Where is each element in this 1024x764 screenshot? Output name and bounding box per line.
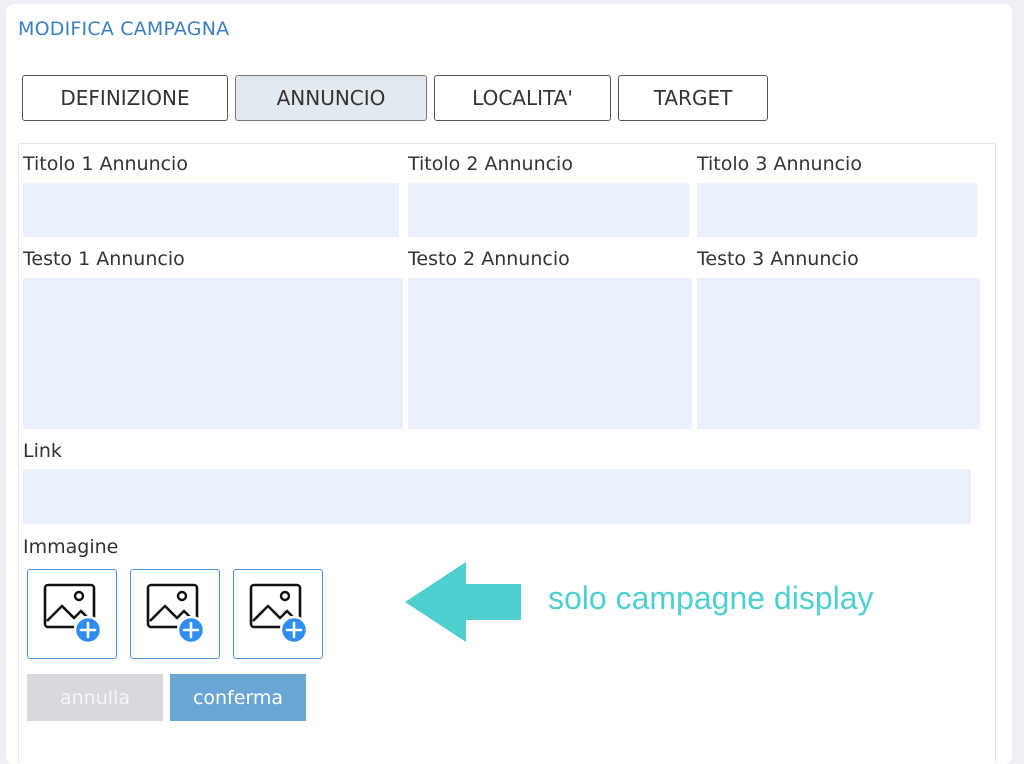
- title3-label: Titolo 3 Annuncio: [697, 153, 862, 175]
- link-input[interactable]: [23, 469, 971, 524]
- display-only-annotation: solo campagne display: [548, 580, 874, 616]
- add-image-icon: [43, 583, 103, 645]
- add-image-icon: [249, 583, 309, 645]
- image-label: Immagine: [23, 536, 119, 558]
- confirm-button[interactable]: conferma: [170, 674, 306, 721]
- text1-label: Testo 1 Annuncio: [23, 248, 185, 270]
- tab-target[interactable]: TARGET: [618, 75, 768, 121]
- cancel-button[interactable]: annulla: [27, 674, 163, 721]
- title2-label: Titolo 2 Annuncio: [408, 153, 573, 175]
- title1-input[interactable]: [23, 183, 399, 237]
- text2-textarea[interactable]: [408, 278, 692, 429]
- add-image-icon: [146, 583, 206, 645]
- image-upload-slot-1[interactable]: [27, 569, 117, 659]
- tab-localita[interactable]: LOCALITA': [434, 75, 611, 121]
- page-title: MODIFICA CAMPAGNA: [18, 18, 230, 40]
- title3-input[interactable]: [697, 183, 977, 237]
- arrow-left-icon: [405, 562, 521, 642]
- link-label: Link: [23, 440, 62, 462]
- text3-textarea[interactable]: [697, 278, 980, 429]
- tab-annuncio[interactable]: ANNUNCIO: [235, 75, 427, 121]
- tab-definizione[interactable]: DEFINIZIONE: [22, 75, 228, 121]
- text3-label: Testo 3 Annuncio: [697, 248, 859, 270]
- image-upload-slot-2[interactable]: [130, 569, 220, 659]
- text1-textarea[interactable]: [23, 278, 403, 429]
- title2-input[interactable]: [408, 183, 689, 237]
- text2-label: Testo 2 Annuncio: [408, 248, 570, 270]
- image-upload-slot-3[interactable]: [233, 569, 323, 659]
- title1-label: Titolo 1 Annuncio: [23, 153, 188, 175]
